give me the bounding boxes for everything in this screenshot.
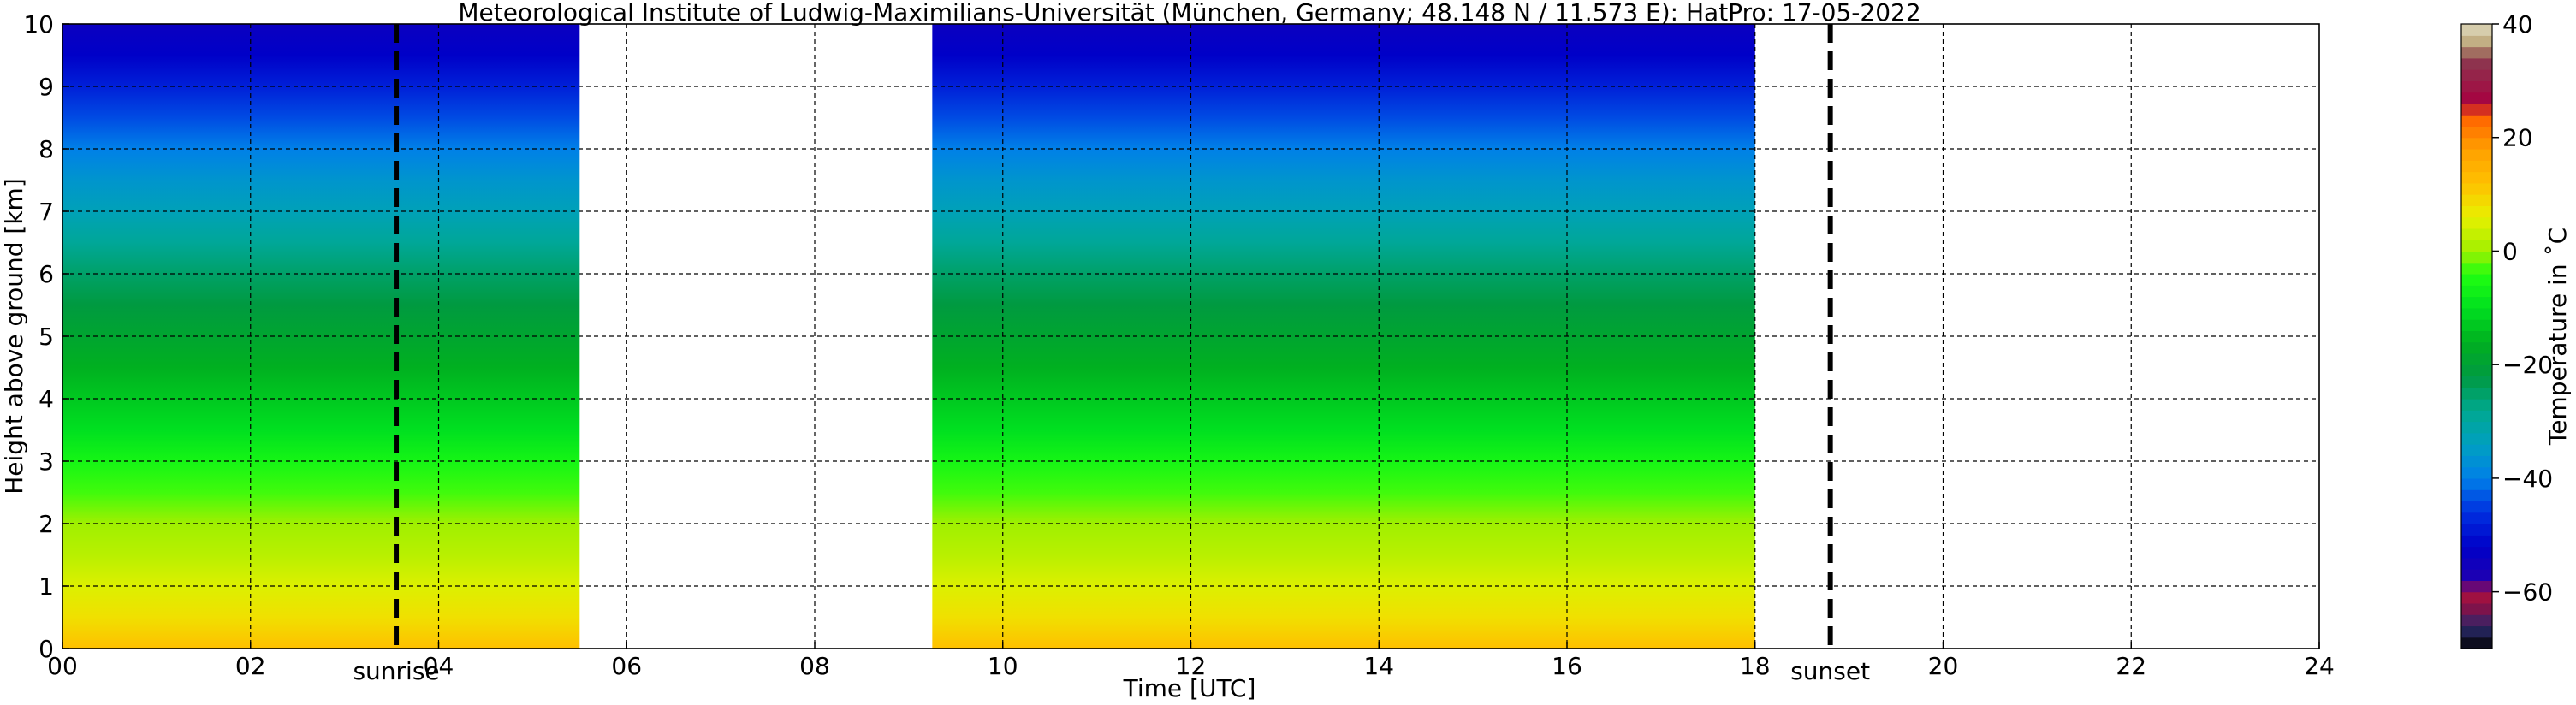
y-tick-label: 2: [39, 510, 54, 538]
x-tick-label: 22: [2116, 652, 2146, 680]
colorbar-block: [2461, 512, 2492, 524]
colorbar-block: [2461, 580, 2492, 593]
colorbar-tick-label: −40: [2502, 465, 2553, 493]
y-tick-label: 6: [39, 260, 54, 288]
colorbar-tick-label: −60: [2502, 578, 2553, 607]
colorbar-block: [2461, 455, 2492, 468]
colorbar-block: [2461, 274, 2492, 286]
colorbar-block: [2461, 296, 2492, 309]
colorbar-block: [2461, 501, 2492, 513]
colorbar-tick-label: 0: [2502, 237, 2518, 265]
colorbar-block: [2461, 410, 2492, 423]
x-tick-label: 04: [424, 652, 454, 680]
colorbar-block: [2461, 92, 2492, 104]
colorbar-block: [2461, 46, 2492, 59]
y-tick-label: 7: [39, 198, 54, 226]
colorbar-block: [2461, 319, 2492, 331]
y-tick-label: 1: [39, 572, 54, 601]
x-axis-label: Time [UTC]: [1123, 674, 1256, 702]
colorbar-block: [2461, 57, 2492, 70]
colorbar-block: [2461, 387, 2492, 400]
y-tick-label: 8: [39, 135, 54, 163]
colorbar-block: [2461, 216, 2492, 229]
y-tick-label: 10: [23, 10, 54, 39]
colorbar-color-blocks: [2461, 24, 2492, 649]
colorbar-tick-label: 40: [2502, 10, 2533, 39]
colorbar-block: [2461, 285, 2492, 298]
colorbar-block: [2461, 194, 2492, 206]
colorbar-block: [2461, 614, 2492, 627]
x-tick-label: 24: [2304, 652, 2335, 680]
y-tick-label: 5: [39, 323, 54, 351]
colorbar-block: [2461, 228, 2492, 240]
y-tick-label: 3: [39, 447, 54, 476]
colorbar-block: [2461, 591, 2492, 604]
colorbar-block: [2461, 477, 2492, 490]
colorbar-block: [2461, 80, 2492, 93]
colorbar-block: [2461, 432, 2492, 445]
colorbar-block: [2461, 625, 2492, 638]
colorbar-block: [2461, 637, 2492, 649]
colorbar-block: [2461, 602, 2492, 615]
colorbar-block: [2461, 115, 2492, 127]
x-tick-label: 18: [1740, 652, 1771, 680]
y-tick-label: 4: [39, 385, 54, 413]
colorbar-block: [2461, 444, 2492, 456]
y-axis-label: Height above ground [km]: [0, 178, 28, 495]
colorbar-block: [2461, 35, 2492, 48]
colorbar-block: [2461, 569, 2492, 581]
colorbar-block: [2461, 524, 2492, 536]
colorbar-block: [2461, 262, 2492, 275]
colorbar-block: [2461, 330, 2492, 343]
x-tick-label: 10: [988, 652, 1018, 680]
colorbar-block: [2461, 307, 2492, 320]
x-tick-label: 06: [611, 652, 642, 680]
colorbar-block: [2461, 69, 2492, 81]
colorbar-label: Temperature in ˚C: [2543, 228, 2572, 446]
colorbar: 40200−20−40−60 Temperature in ˚C: [2460, 10, 2572, 649]
colorbar-block: [2461, 251, 2492, 264]
y-tick-label: 9: [39, 73, 54, 101]
heatmap: [62, 24, 1755, 649]
colorbar-block: [2461, 126, 2492, 139]
colorbar-block: [2461, 466, 2492, 479]
x-tick-label: 14: [1363, 652, 1394, 680]
colorbar-block: [2461, 557, 2492, 570]
colorbar-block: [2461, 160, 2492, 173]
x-tick-label: 02: [235, 652, 266, 680]
colorbar-block: [2461, 205, 2492, 218]
colorbar-block: [2461, 364, 2492, 377]
plot-area: sunrise sunset: [62, 23, 2320, 685]
x-tick-label: 16: [1552, 652, 1582, 680]
colorbar-block: [2461, 171, 2492, 184]
colorbar-block: [2461, 24, 2492, 36]
colorbar-tick-label: 20: [2502, 124, 2533, 152]
colorbar-block: [2461, 489, 2492, 502]
colorbar-block: [2461, 103, 2492, 116]
x-tick-label: 20: [1928, 652, 1959, 680]
colorbar-block: [2461, 137, 2492, 150]
colorbar-block: [2461, 240, 2492, 252]
temperature-chart: Meteorological Institute of Ludwig-Maxim…: [0, 0, 2572, 702]
colorbar-block: [2461, 352, 2492, 365]
colorbar-block: [2461, 341, 2492, 354]
chart-title: Meteorological Institute of Ludwig-Maxim…: [458, 0, 1920, 27]
colorbar-block: [2461, 149, 2492, 161]
y-tick-label: 0: [39, 635, 54, 663]
colorbar-block: [2461, 399, 2492, 411]
x-tick-label: 08: [799, 652, 830, 680]
sunset-label: sunset: [1790, 657, 1870, 685]
colorbar-block: [2461, 546, 2492, 559]
colorbar-block: [2461, 376, 2492, 388]
colorbar-block: [2461, 535, 2492, 548]
colorbar-block: [2461, 182, 2492, 195]
colorbar-block: [2461, 421, 2492, 434]
